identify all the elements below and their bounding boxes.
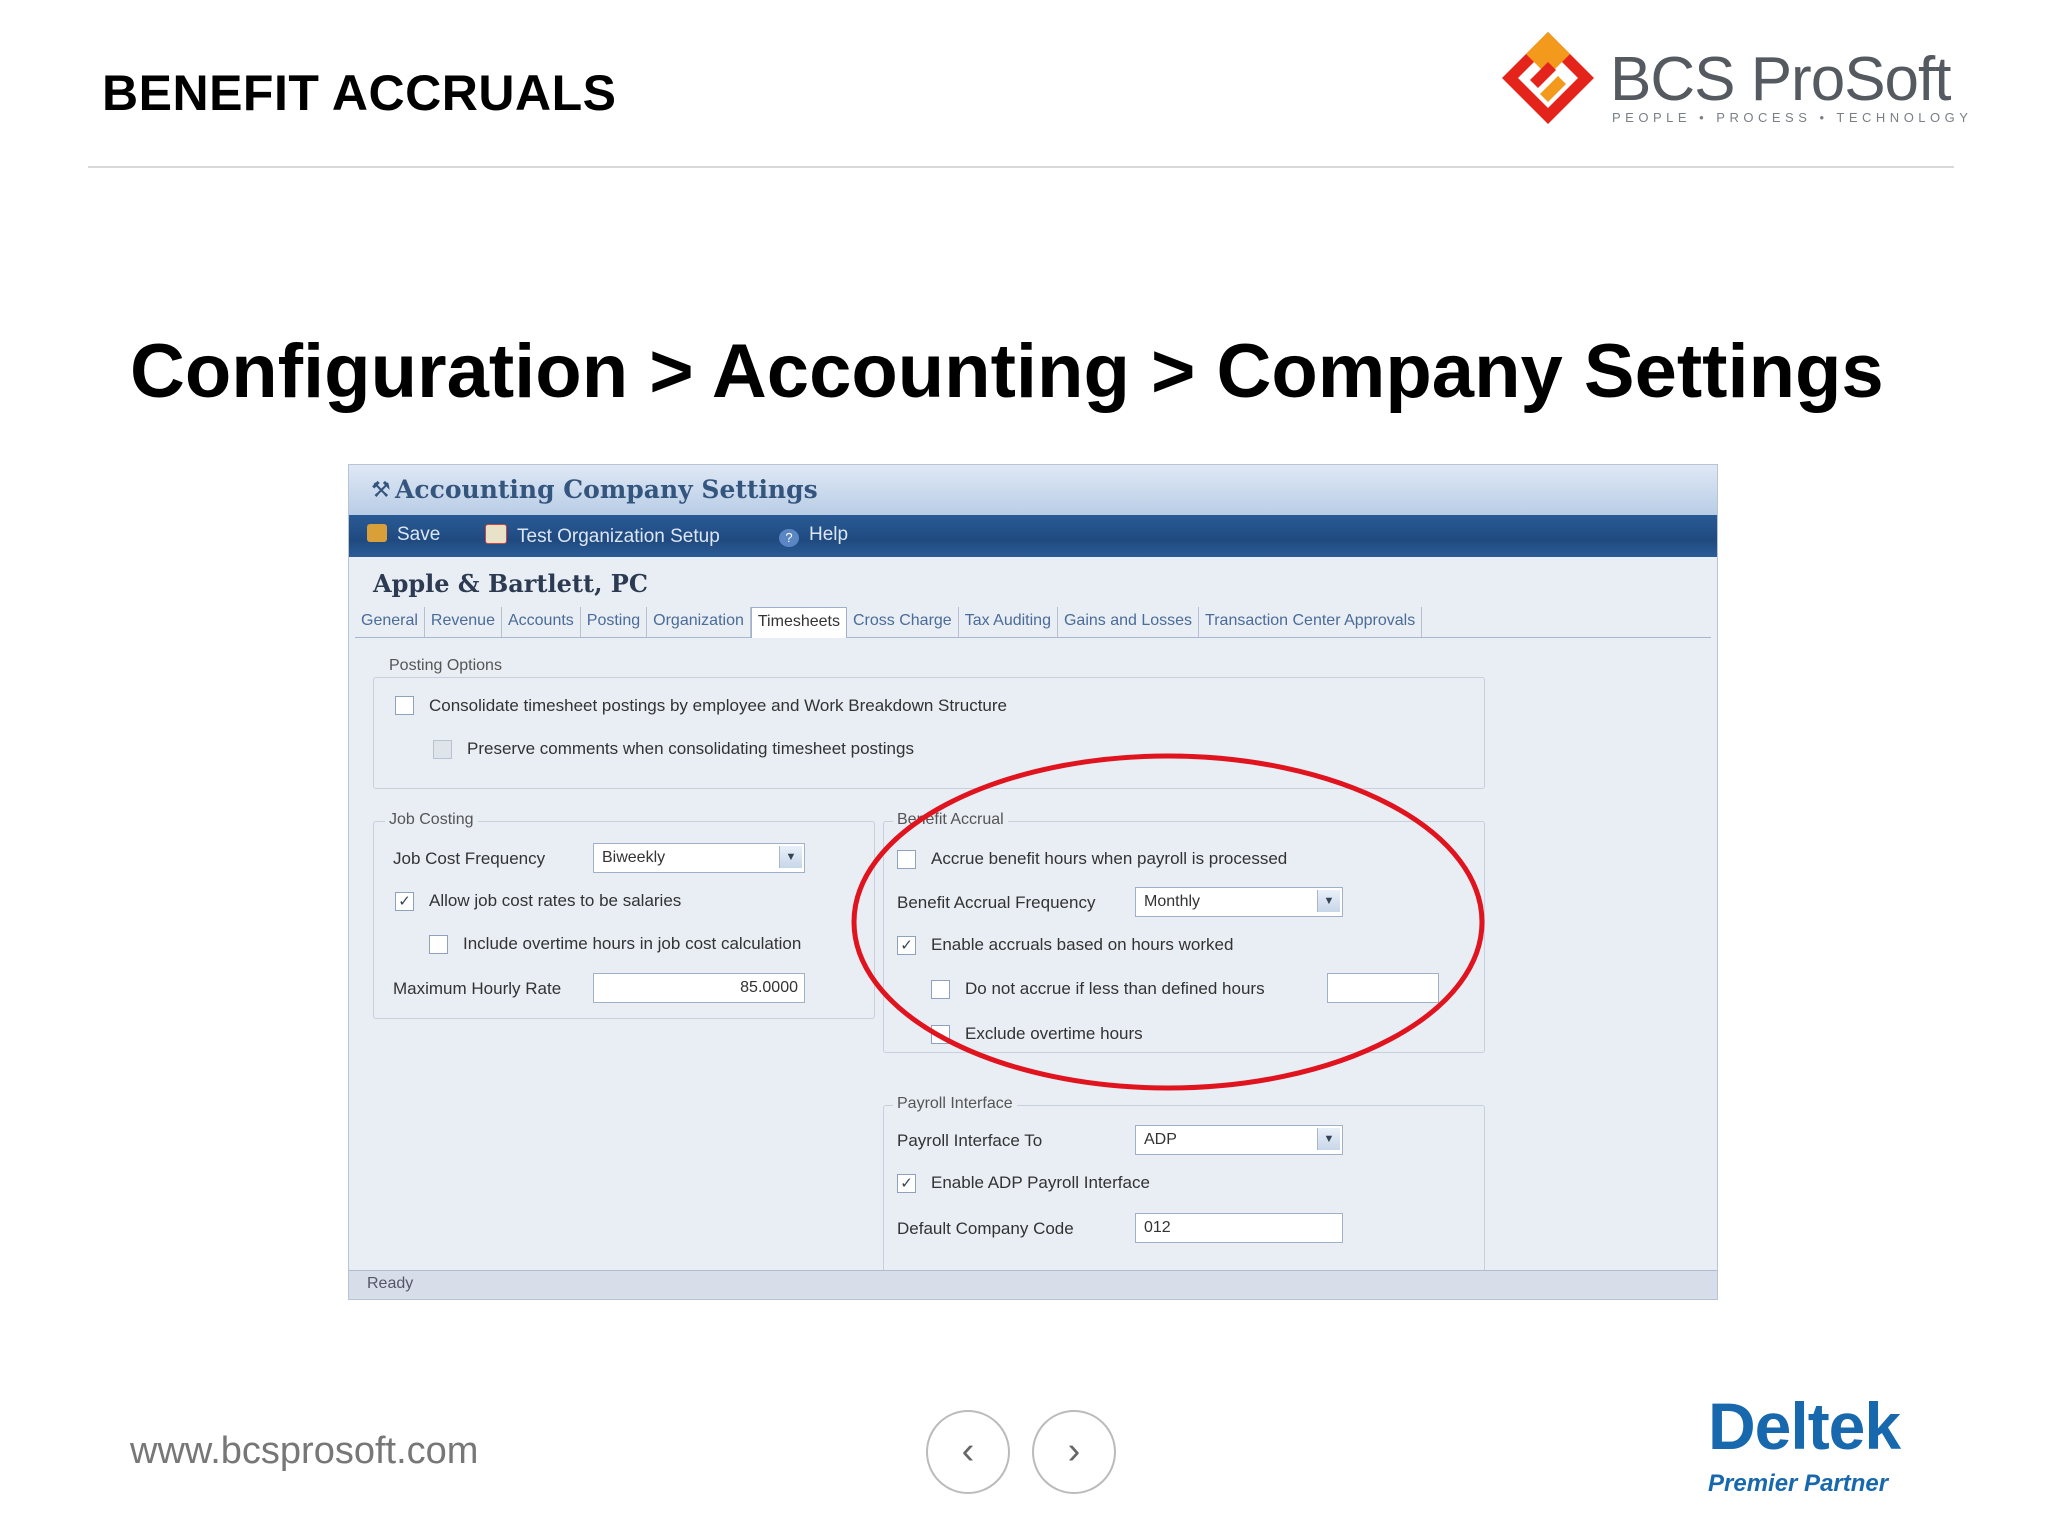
allow-salaries-checkbox[interactable]: ✓ [395, 892, 414, 911]
tab-accounts[interactable]: Accounts [502, 607, 581, 637]
chevron-right-icon: › [1067, 1430, 1081, 1472]
save-button[interactable]: Save [367, 524, 440, 546]
tab-organization[interactable]: Organization [647, 607, 751, 637]
status-text: Ready [367, 1275, 414, 1292]
help-icon: ? [779, 529, 799, 547]
test-setup-icon [485, 524, 507, 544]
include-overtime-label: Include overtime hours in job cost calcu… [463, 934, 802, 953]
test-organization-setup-button[interactable]: Test Organization Setup [485, 524, 720, 548]
tab-timesheets[interactable]: Timesheets [750, 607, 847, 638]
window-title-bar: ⚒ Accounting Company Settings [349, 465, 1717, 515]
bcs-prosoft-logo: BCS ProSoft PEOPLE • PROCESS • TECHNOLOG… [1500, 30, 1968, 145]
tab-gains-and-losses[interactable]: Gains and Losses [1058, 607, 1200, 637]
company-name: Apple & Bartlett, PC [373, 569, 648, 598]
job-cost-frequency-select[interactable]: Biweekly ▼ [593, 843, 805, 873]
deltek-partner-logo: Deltek Premier Partner [1708, 1388, 1928, 1508]
tab-general[interactable]: General [355, 607, 425, 637]
toolbar: Save Test Organization Setup ? Help [349, 515, 1717, 557]
chevron-down-icon: ▼ [779, 846, 802, 868]
enable-adp-checkbox[interactable]: ✓ [897, 1174, 916, 1193]
enable-adp-label: Enable ADP Payroll Interface [931, 1173, 1150, 1192]
window-title: Accounting Company Settings [395, 475, 818, 504]
logo-tagline: PEOPLE • PROCESS • TECHNOLOGY [1612, 110, 1973, 125]
status-bar: Ready [349, 1270, 1717, 1299]
logo-wordmark: BCS ProSoft [1610, 45, 1951, 114]
default-company-code-input[interactable]: 012 [1135, 1213, 1343, 1243]
include-overtime-checkbox[interactable] [429, 935, 448, 954]
deltek-wordmark: Deltek [1708, 1389, 1901, 1463]
tab-cross-charge[interactable]: Cross Charge [847, 607, 959, 637]
chevron-down-icon: ▼ [1317, 1128, 1340, 1150]
default-company-code-label: Default Company Code [897, 1219, 1074, 1238]
previous-slide-button[interactable]: ‹ [926, 1410, 1010, 1494]
preserve-comments-label: Preserve comments when consolidating tim… [467, 739, 914, 758]
job-cost-frequency-label: Job Cost Frequency [393, 849, 546, 868]
settings-tabs: General Revenue Accounts Posting Organiz… [355, 607, 1711, 638]
deltek-partner-level: Premier Partner [1708, 1470, 1889, 1497]
allow-salaries-label: Allow job cost rates to be salaries [429, 891, 682, 910]
payroll-interface-legend: Payroll Interface [893, 1095, 1017, 1113]
highlight-ellipse [851, 753, 1485, 1091]
job-costing-legend: Job Costing [385, 811, 478, 829]
settings-tools-icon: ⚒ [371, 477, 391, 502]
chevron-left-icon: ‹ [961, 1430, 975, 1472]
next-slide-button[interactable]: › [1032, 1410, 1116, 1494]
payroll-interface-to-select[interactable]: ADP ▼ [1135, 1125, 1343, 1155]
tab-revenue[interactable]: Revenue [425, 607, 502, 637]
consolidate-postings-label: Consolidate timesheet postings by employ… [429, 696, 1007, 715]
payroll-interface-to-label: Payroll Interface To [897, 1131, 1043, 1150]
slide-title: Configuration > Accounting > Company Set… [130, 329, 1884, 414]
header-divider [88, 166, 1954, 168]
posting-options-legend: Posting Options [385, 657, 506, 675]
tab-tax-auditing[interactable]: Tax Auditing [959, 607, 1058, 637]
tab-posting[interactable]: Posting [581, 607, 648, 637]
max-hourly-rate-label: Maximum Hourly Rate [393, 979, 562, 998]
consolidate-postings-checkbox[interactable] [395, 696, 414, 715]
bcs-logo-mark-icon [1502, 32, 1594, 124]
save-icon [367, 524, 387, 542]
slide-header: BENEFIT ACCRUALS [102, 65, 617, 121]
help-button[interactable]: ? Help [779, 524, 848, 547]
preserve-comments-checkbox[interactable] [433, 740, 452, 759]
website-url[interactable]: www.bcsprosoft.com [130, 1430, 478, 1473]
max-hourly-rate-input[interactable]: 85.0000 [593, 973, 805, 1003]
tab-transaction-center-approvals[interactable]: Transaction Center Approvals [1199, 607, 1423, 637]
